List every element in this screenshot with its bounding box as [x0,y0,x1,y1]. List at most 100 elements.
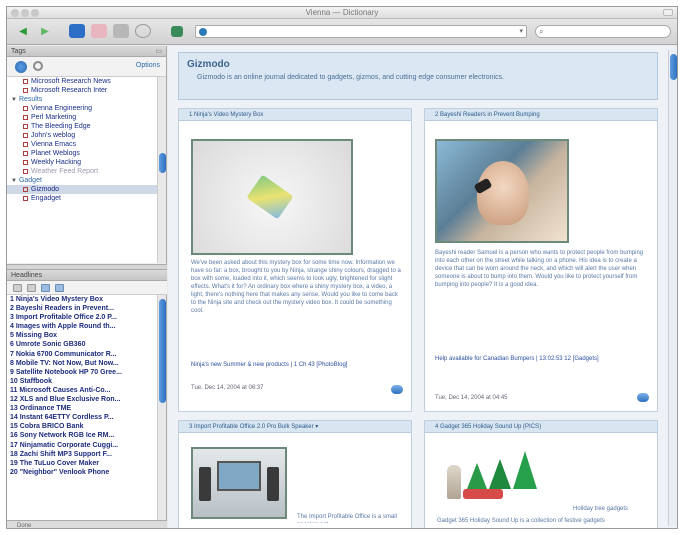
feed-icon [23,150,28,156]
chevron-down-icon[interactable]: ▾ [519,27,523,35]
headline-row[interactable]: 2 Bayeshi Readers in Prevent... [7,304,157,313]
headline-row[interactable]: 14 Instant 64ETTY Cordless P... [7,413,157,422]
headlines-header-label: Headlines [11,272,43,279]
folder-item[interactable]: Vienna Emacs [7,140,157,149]
headline-row[interactable]: 4 Images with Apple Round th... [7,322,157,331]
browser-icon-button[interactable] [171,26,183,37]
comment-bubble-icon[interactable] [391,385,403,394]
folder-item[interactable]: Engadget [7,194,157,203]
forward-button[interactable]: ▶ [37,24,53,38]
headline-row[interactable]: 3 Import Profitable Office 2.0 P... [7,313,157,322]
headline-row[interactable]: 5 Missing Box [7,331,157,340]
folder-label: Engadget [31,195,61,202]
headline-row[interactable]: 16 Sony Network RGB Ice RM... [7,431,157,440]
article-title[interactable]: 2 Bayeshi Readers in Prevent Bumping [425,109,657,121]
folder-list: Microsoft Research News Microsoft Researc… [7,77,157,263]
folder-list-scrollbar[interactable] [157,77,166,263]
headline-row[interactable]: 1 Ninja's Video Mystery Box [7,295,157,304]
headline-list-scrollbar[interactable] [157,295,166,520]
headline-row[interactable]: 19 The TuLuo Cover Maker [7,459,157,468]
feed-icon [23,123,28,129]
article-title[interactable]: 1 Ninja's Video Mystery Box [179,109,411,121]
folder-label: Planet Weblogs [31,150,80,157]
title-bar: Vienna — Dictionary [7,7,677,19]
search-input[interactable]: ⌕ [535,25,671,38]
article-image[interactable] [191,447,287,519]
article-card: 3 Import Profitable Office 2.0 Pro Bulk … [178,420,412,528]
article-caption: Holiday tree gadgets [573,506,629,512]
headline-row[interactable]: 6 Umrote Sonic GB360 [7,340,157,349]
toolbar-toggle-button[interactable] [663,9,673,16]
back-button[interactable]: ◀ [15,24,31,38]
headline-row[interactable]: 15 Cobra BRICO Bank [7,422,157,431]
sidebar: Tags ▭ Options Microsoft Research News Mi… [7,46,167,528]
folder-label: Gadget [18,177,42,184]
article-title[interactable]: 4 Gadget 365 Holiday Sound Up (PICS) [425,421,657,433]
app-window: Vienna — Dictionary ◀ ▶ ▾ ⌕ Tags ▭ Optio… [6,6,678,529]
options-label[interactable]: Options [136,62,160,69]
headline-row[interactable]: 11 Microsoft Causes Anti-Co... [7,386,157,395]
stop-button[interactable] [135,24,151,38]
article-pane: Gizmodo Gizmodo is an online journal ded… [168,46,677,528]
headline-row[interactable]: 10 Staffbook [7,377,157,386]
comment-bubble-icon[interactable] [637,393,649,402]
headline-list: 1 Ninja's Video Mystery Box 2 Bayeshi Rea… [7,295,157,520]
headline-row[interactable]: 9 Satellite Notebook HP 70 Gree... [7,368,157,377]
sort-icon[interactable] [27,284,36,292]
list-view-icon[interactable] [13,284,22,292]
headline-row[interactable]: 7 Nokia 6700 Communicator R... [7,350,157,359]
article-body: The Import Profitable Office is a small … [297,514,397,523]
folder-group[interactable]: ▼ Results [7,95,157,104]
folder-label: Microsoft Research Inter [31,87,108,94]
article-pane-scrollbar[interactable] [668,50,677,526]
globe-icon [199,28,207,36]
tree-gadget-4 [513,451,537,489]
article-body: Bayeshi reader Samuel is a person who wa… [435,250,644,288]
collapse-icon[interactable]: ▭ [155,46,162,57]
disclosure-triangle-icon[interactable]: ▼ [11,96,17,104]
headline-row[interactable]: 17 Ninjamatic Corporate Cuggi... [7,441,157,450]
search-folders-icon[interactable] [33,61,43,71]
folder-group[interactable]: ▼ Gadget [7,176,157,185]
speaker-right-graphic [267,467,279,501]
feed-icon [23,141,28,147]
search-icon: ⌕ [539,27,544,36]
refresh-button[interactable] [69,24,85,38]
article-link[interactable]: Ninja's new Summer & new products | 1 Ch… [191,361,403,369]
article-image[interactable] [191,139,353,255]
folder-item[interactable]: Vienna Engineering [7,104,157,113]
mark-read-button[interactable] [91,24,107,38]
folder-item[interactable]: Weekly Hacking [7,158,157,167]
person-on-phone-graphic [477,161,529,225]
article-image[interactable] [443,445,555,511]
article-title[interactable]: 3 Import Profitable Office 2.0 Pro Bulk … [179,421,411,433]
article-image[interactable] [435,139,569,243]
mystery-box-graphic [246,174,294,220]
delete-button[interactable] [113,24,129,38]
folder-item[interactable]: Weather Feed Report [7,167,157,176]
article-link[interactable]: Help available for Canadian Bumpers | 13… [435,355,649,363]
headline-row[interactable]: 18 Zachi Shift MP3 Support F... [7,450,157,459]
feed-banner: Gizmodo Gizmodo is an online journal ded… [178,52,658,100]
subscribe-icon[interactable] [15,61,27,73]
folder-item[interactable]: Microsoft Research News [7,77,157,86]
disclosure-triangle-icon[interactable]: ▼ [11,177,17,185]
folder-item[interactable]: Gizmodo [7,185,157,194]
headline-row[interactable]: 13 Ordinance TME [7,404,157,413]
folder-item[interactable]: John's weblog [7,131,157,140]
filter-icon[interactable] [55,284,64,292]
folder-item[interactable]: Planet Weblogs [7,149,157,158]
headline-row[interactable]: 12 XLS and Blue Exclusive Ron... [7,395,157,404]
folder-item[interactable]: Microsoft Research Inter [7,86,157,95]
headline-row[interactable]: 8 Mobile TV: Not Now, But Now... [7,359,157,368]
folder-item[interactable]: The Bleeding Edge [7,122,157,131]
window-title: Vienna — Dictionary [305,8,379,17]
headline-row[interactable]: 20 "Neighbor" Venlook Phone [7,468,157,477]
address-field[interactable]: ▾ [195,25,527,38]
folder-item[interactable]: Perl Marketing [7,113,157,122]
article-date: Tue, Dec 14, 2004 at 04:45 [435,395,508,401]
folder-label: Results [18,96,43,103]
folder-tools: Options [7,57,166,77]
feed-icon [23,168,28,174]
flag-icon[interactable] [41,284,50,292]
